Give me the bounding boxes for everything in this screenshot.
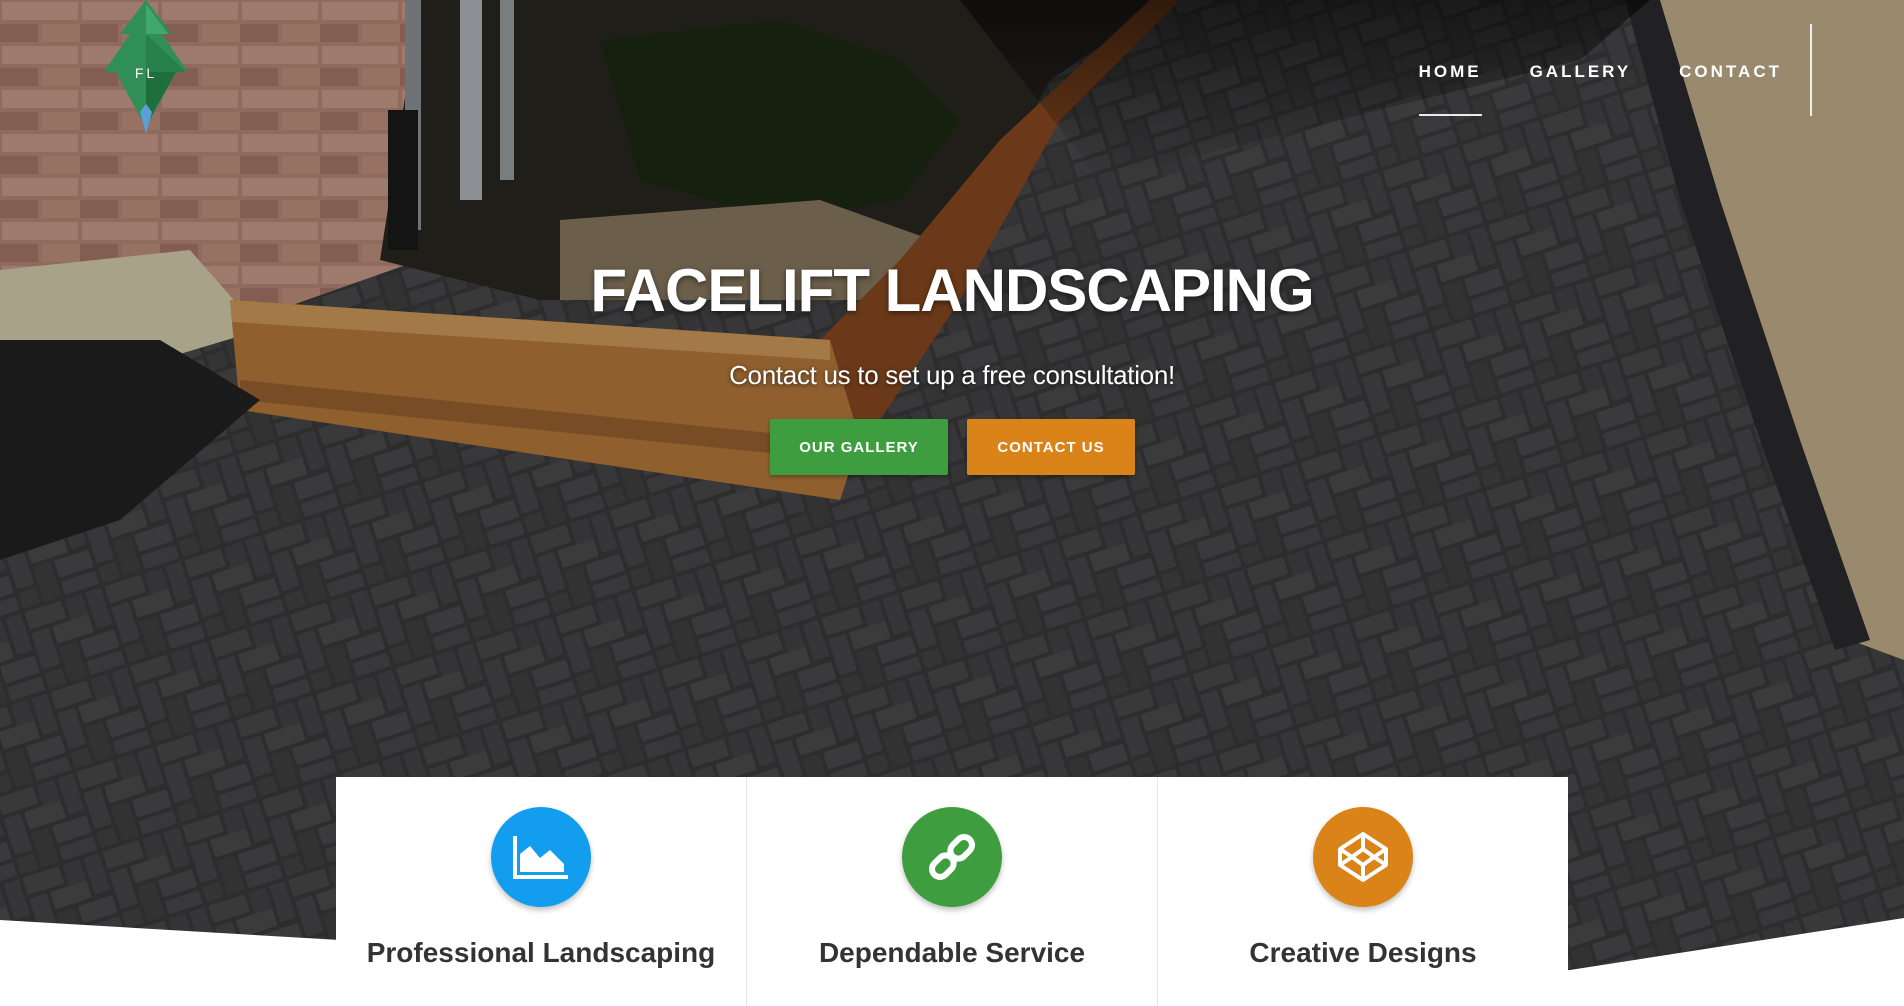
tree-logo-icon: FL [104, 0, 188, 134]
nav-contact[interactable]: CONTACT [1679, 44, 1782, 94]
main-nav: HOME GALLERY CONTACT [1371, 24, 1812, 116]
feature-card: Professional Landscaping [336, 777, 747, 1006]
nav-gallery[interactable]: GALLERY [1530, 44, 1632, 94]
feature-card: Creative Designs [1158, 777, 1568, 1006]
chain-link-icon [928, 833, 976, 881]
feature-icon-circle [1313, 807, 1413, 907]
hero-subtitle: Contact us to set up a free consultation… [729, 360, 1175, 390]
nav-home[interactable]: HOME [1418, 44, 1482, 116]
feature-title: Dependable Service [818, 937, 1086, 968]
nav-divider [1810, 24, 1812, 116]
contact-us-button[interactable]: CONTACT US [967, 419, 1135, 475]
cta-buttons: OUR GALLERY CONTACT US [770, 419, 1135, 475]
brand-logo[interactable]: FL [92, 0, 200, 136]
area-chart-icon [513, 836, 568, 879]
feature-card: Dependable Service [747, 777, 1158, 1006]
feature-title: Professional Landscaping [366, 937, 716, 968]
logo-text: FL [135, 65, 157, 81]
features-panel: Professional Landscaping Dependable Serv… [336, 777, 1568, 1006]
codepen-cube-icon [1338, 832, 1388, 882]
feature-title: Creative Designs [1249, 937, 1477, 968]
feature-icon-circle [491, 807, 591, 907]
hero-title: FACELIFT LANDSCAPING [590, 257, 1314, 324]
feature-icon-circle [902, 807, 1002, 907]
our-gallery-button[interactable]: OUR GALLERY [770, 419, 948, 475]
